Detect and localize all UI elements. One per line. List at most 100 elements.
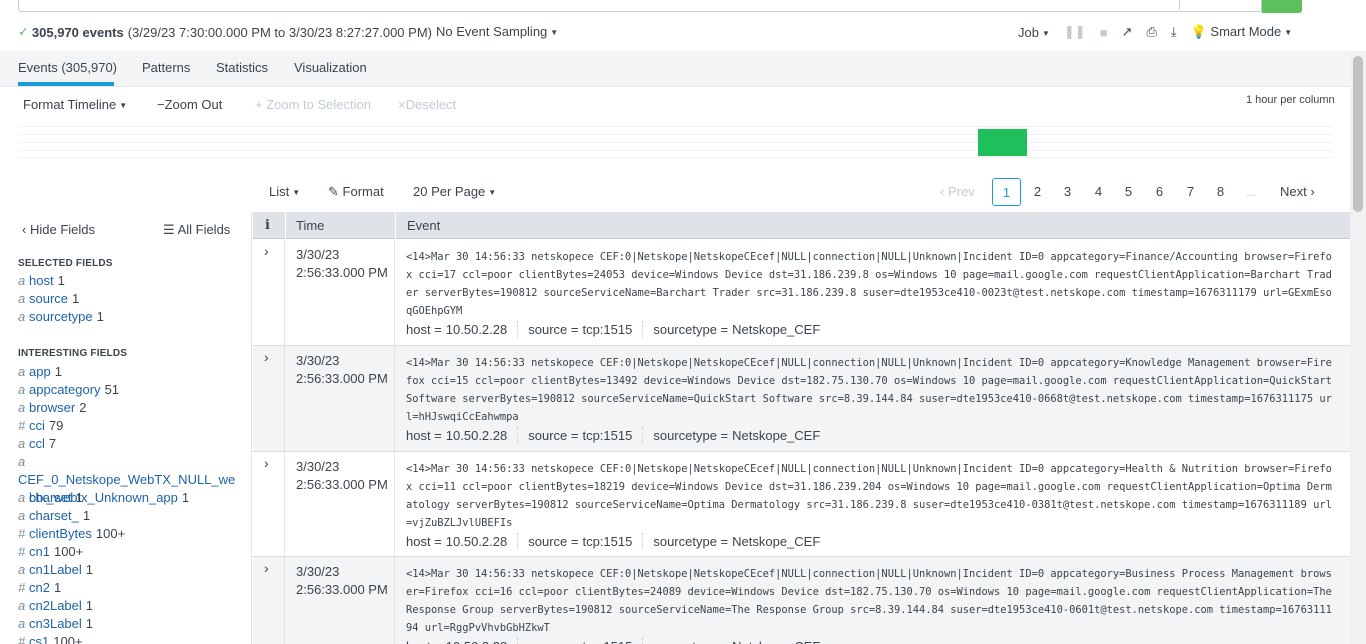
meta-source[interactable]: source =tcp:1515 bbox=[528, 534, 632, 549]
meta-sourcetype[interactable]: sourcetype =Netskope_CEF bbox=[653, 322, 820, 337]
event-sampling-dropdown[interactable]: No Event Sampling ▼ bbox=[436, 24, 558, 39]
meta-sourcetype[interactable]: sourcetype =Netskope_CEF bbox=[653, 534, 820, 549]
event-raw-text[interactable]: <14>Mar 30 14:56:33 netskopece CEF:0|Net… bbox=[406, 354, 1336, 426]
field-name[interactable]: ccl bbox=[29, 436, 45, 451]
field-name[interactable]: cn2Label bbox=[29, 598, 82, 613]
field-name[interactable]: host bbox=[29, 273, 54, 288]
meta-value[interactable]: 10.50.2.28 bbox=[446, 639, 507, 644]
list-dropdown[interactable]: List ▼ bbox=[269, 184, 300, 199]
field-item[interactable]: a source 1 bbox=[18, 290, 243, 308]
field-item[interactable]: a cn1Label 1 bbox=[18, 561, 243, 579]
time-column-header[interactable]: Time bbox=[296, 218, 324, 233]
page-scrollbar[interactable] bbox=[1350, 51, 1366, 644]
page-2-button[interactable]: 2 bbox=[1023, 178, 1052, 206]
event-timeline[interactable] bbox=[18, 124, 1332, 158]
meta-source[interactable]: source =tcp:1515 bbox=[528, 639, 632, 644]
field-name[interactable]: charset bbox=[29, 490, 72, 505]
field-name[interactable]: cn1 bbox=[29, 544, 50, 559]
meta-source[interactable]: source =tcp:1515 bbox=[528, 322, 632, 337]
page-8-button[interactable]: 8 bbox=[1206, 178, 1235, 206]
field-name[interactable]: CEF_0_Netskope_WebTX_NULL_we bbox=[18, 472, 235, 487]
scrollbar-thumb[interactable] bbox=[1353, 56, 1363, 212]
field-item[interactable]: # cn2 1 bbox=[18, 579, 243, 597]
meta-value[interactable]: Netskope_CEF bbox=[732, 534, 820, 549]
event-raw-text[interactable]: <14>Mar 30 14:56:33 netskopece CEF:0|Net… bbox=[406, 460, 1336, 532]
field-item[interactable]: a ccl 7 bbox=[18, 435, 243, 453]
meta-host[interactable]: host = 10.50.2.28 bbox=[406, 639, 507, 644]
chevron-right-icon[interactable]: › bbox=[264, 243, 269, 259]
export-icon[interactable]: ⤓ bbox=[1171, 24, 1177, 40]
page-6-button[interactable]: 6 bbox=[1145, 178, 1174, 206]
field-name[interactable]: cs1 bbox=[29, 634, 49, 644]
format-button[interactable]: ✎ Format bbox=[328, 184, 384, 200]
field-name[interactable]: clientBytes bbox=[29, 526, 92, 541]
meta-value[interactable]: tcp:1515 bbox=[582, 428, 632, 443]
chevron-right-icon[interactable]: › bbox=[264, 455, 269, 471]
next-page-button[interactable]: Next › bbox=[1280, 184, 1315, 199]
field-name[interactable]: sourcetype bbox=[29, 309, 93, 324]
meta-host[interactable]: host = 10.50.2.28 bbox=[406, 534, 507, 549]
zoom-out-button[interactable]: −Zoom Out bbox=[157, 97, 222, 112]
stop-icon[interactable]: ■ bbox=[1100, 25, 1108, 40]
page-1-button[interactable]: 1 bbox=[992, 178, 1021, 206]
meta-value[interactable]: 10.50.2.28 bbox=[446, 534, 507, 549]
field-name[interactable]: cn3Label bbox=[29, 616, 82, 631]
meta-host[interactable]: host = 10.50.2.28 bbox=[406, 322, 507, 337]
field-item[interactable]: a sourcetype 1 bbox=[18, 308, 243, 326]
event-raw-text[interactable]: <14>Mar 30 14:56:33 netskopece CEF:0|Net… bbox=[406, 248, 1336, 320]
mode-dropdown[interactable]: 💡 Smart Mode ▼ bbox=[1191, 24, 1293, 40]
field-item[interactable]: a charset 1 bbox=[18, 489, 243, 507]
meta-host[interactable]: host = 10.50.2.28 bbox=[406, 428, 507, 443]
page-3-button[interactable]: 3 bbox=[1053, 178, 1082, 206]
field-item[interactable]: a cn3Label 1 bbox=[18, 615, 243, 633]
meta-value[interactable]: tcp:1515 bbox=[582, 322, 632, 337]
print-icon[interactable]: ⎙ bbox=[1146, 24, 1156, 40]
meta-sourcetype[interactable]: sourcetype =Netskope_CEF bbox=[653, 639, 820, 644]
field-name[interactable]: charset_ bbox=[29, 508, 79, 523]
tab-visualization[interactable]: Visualization bbox=[294, 60, 367, 75]
per-page-dropdown[interactable]: 20 Per Page ▼ bbox=[413, 184, 496, 199]
page-5-button[interactable]: 5 bbox=[1114, 178, 1143, 206]
field-item[interactable]: a charset_ 1 bbox=[18, 507, 243, 525]
chevron-right-icon[interactable]: › bbox=[264, 560, 269, 576]
page-4-button[interactable]: 4 bbox=[1084, 178, 1113, 206]
tab-statistics[interactable]: Statistics bbox=[216, 60, 268, 75]
pause-icon[interactable]: ❚❚ bbox=[1064, 24, 1086, 40]
search-input[interactable] bbox=[18, 0, 1180, 12]
deselect-button[interactable]: ×Deselect bbox=[398, 97, 456, 112]
field-item[interactable]: # cs1 100+ bbox=[18, 633, 243, 644]
meta-source[interactable]: source =tcp:1515 bbox=[528, 428, 632, 443]
format-timeline-dropdown[interactable]: Format Timeline ▼ bbox=[23, 97, 127, 112]
zoom-to-selection-button[interactable]: + Zoom to Selection bbox=[255, 97, 371, 112]
field-item[interactable]: a cn2Label 1 bbox=[18, 597, 243, 615]
field-name[interactable]: cci bbox=[29, 418, 45, 433]
field-name[interactable]: app bbox=[29, 364, 51, 379]
field-name[interactable]: cn2 bbox=[29, 580, 50, 595]
tab-events[interactable]: Events (305,970) bbox=[18, 60, 117, 75]
field-item[interactable]: # cn1 100+ bbox=[18, 543, 243, 561]
field-item[interactable]: a host 1 bbox=[18, 272, 243, 290]
time-range-picker[interactable] bbox=[1180, 0, 1262, 12]
share-icon[interactable]: ↗ bbox=[1122, 24, 1133, 40]
job-dropdown[interactable]: Job ▼ bbox=[1018, 25, 1050, 40]
meta-value[interactable]: 10.50.2.28 bbox=[446, 428, 507, 443]
page-7-button[interactable]: 7 bbox=[1176, 178, 1205, 206]
prev-page-button[interactable]: ‹ Prev bbox=[940, 184, 975, 199]
field-name[interactable]: appcategory bbox=[29, 382, 101, 397]
field-item[interactable]: a browser 2 bbox=[18, 399, 243, 417]
field-item[interactable]: a app 1 bbox=[18, 363, 243, 381]
event-column-header[interactable]: Event bbox=[407, 218, 440, 233]
field-item[interactable]: # clientBytes 100+ bbox=[18, 525, 243, 543]
field-item[interactable]: a appcategory 51 bbox=[18, 381, 243, 399]
tab-patterns[interactable]: Patterns bbox=[142, 60, 190, 75]
hide-fields-button[interactable]: ‹ Hide Fields bbox=[22, 222, 95, 237]
info-column-header[interactable]: i bbox=[265, 218, 270, 233]
field-item[interactable]: # cci 79 bbox=[18, 417, 243, 435]
field-name[interactable]: cn1Label bbox=[29, 562, 82, 577]
timeline-bar[interactable] bbox=[978, 129, 1027, 156]
field-name[interactable]: source bbox=[29, 291, 68, 306]
meta-value[interactable]: Netskope_CEF bbox=[732, 639, 820, 644]
meta-value[interactable]: Netskope_CEF bbox=[732, 322, 820, 337]
meta-value[interactable]: tcp:1515 bbox=[582, 639, 632, 644]
search-button[interactable] bbox=[1262, 0, 1302, 13]
